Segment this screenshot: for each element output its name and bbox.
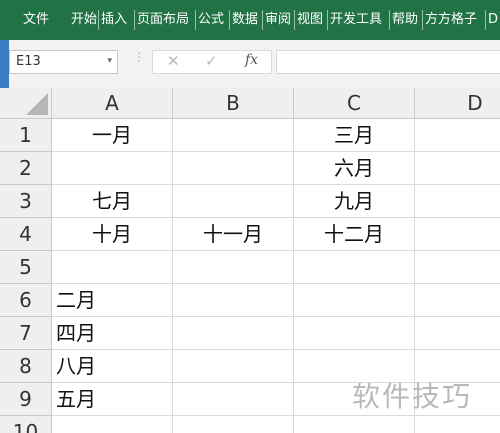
cell-c7[interactable] bbox=[294, 317, 415, 350]
row-header-4[interactable]: 4 bbox=[0, 218, 52, 251]
cell-b3[interactable] bbox=[173, 185, 294, 218]
tab-review[interactable]: 审阅 bbox=[262, 10, 294, 30]
ribbon-tabs: 文件 开始 插入 页面布局 公式 数据 审阅 视图 开发工具 帮助 方方格子 D bbox=[0, 10, 500, 30]
cell-d7[interactable] bbox=[415, 317, 500, 350]
enter-icon[interactable]: ✓ bbox=[205, 52, 218, 70]
name-box-dropdown-icon[interactable]: ▾ bbox=[107, 56, 112, 66]
cell-c5[interactable] bbox=[294, 251, 415, 284]
row-header-5[interactable]: 5 bbox=[0, 251, 52, 284]
column-header-c[interactable]: C bbox=[294, 88, 415, 119]
cell-d4[interactable] bbox=[415, 218, 500, 251]
cell-c3[interactable]: 九月 bbox=[294, 185, 415, 218]
tab-home[interactable]: 开始 bbox=[56, 10, 98, 30]
cell-a10[interactable] bbox=[52, 416, 173, 433]
tab-file[interactable]: 文件 bbox=[0, 10, 56, 30]
cell-a5[interactable] bbox=[52, 251, 173, 284]
window-edge-strip bbox=[0, 40, 9, 88]
cell-c4[interactable]: 十二月 bbox=[294, 218, 415, 251]
tab-view[interactable]: 视图 bbox=[294, 10, 327, 30]
cell-b1[interactable] bbox=[173, 119, 294, 152]
tab-formulas[interactable]: 公式 bbox=[195, 10, 229, 30]
row-header-3[interactable]: 3 bbox=[0, 185, 52, 218]
column-header-d[interactable]: D bbox=[415, 88, 500, 119]
tab-page-layout[interactable]: 页面布局 bbox=[134, 10, 195, 30]
insert-function-icon[interactable]: fx bbox=[245, 52, 258, 68]
cell-d6[interactable] bbox=[415, 284, 500, 317]
ribbon: 文件 开始 插入 页面布局 公式 数据 审阅 视图 开发工具 帮助 方方格子 D bbox=[0, 0, 500, 40]
cell-d5[interactable] bbox=[415, 251, 500, 284]
column-header-a[interactable]: A bbox=[52, 88, 173, 119]
cell-a6[interactable]: 二月 bbox=[52, 284, 173, 317]
row-header-7[interactable]: 7 bbox=[0, 317, 52, 350]
cell-a8[interactable]: 八月 bbox=[52, 350, 173, 383]
row-header-2[interactable]: 2 bbox=[0, 152, 52, 185]
cell-b5[interactable] bbox=[173, 251, 294, 284]
formula-input[interactable] bbox=[276, 50, 500, 74]
resize-grip-icon[interactable]: ⋮ bbox=[133, 51, 145, 63]
cancel-icon[interactable]: ✕ bbox=[167, 52, 180, 70]
tab-fangfanggezi[interactable]: 方方格子 bbox=[422, 10, 485, 30]
cell-b2[interactable] bbox=[173, 152, 294, 185]
cell-c2[interactable]: 六月 bbox=[294, 152, 415, 185]
cell-a9[interactable]: 五月 bbox=[52, 383, 173, 416]
tab-insert[interactable]: 插入 bbox=[98, 10, 134, 30]
cell-d10[interactable] bbox=[415, 416, 500, 433]
cell-a7[interactable]: 四月 bbox=[52, 317, 173, 350]
cell-b7[interactable] bbox=[173, 317, 294, 350]
name-box[interactable]: E13 ▾ bbox=[9, 50, 118, 74]
formula-bar-area: E13 ▾ ⋮ ✕ ✓ fx bbox=[0, 40, 500, 89]
cell-b8[interactable] bbox=[173, 350, 294, 383]
cell-b9[interactable] bbox=[173, 383, 294, 416]
watermark-text: 软件技巧 bbox=[352, 380, 473, 413]
row-header-8[interactable]: 8 bbox=[0, 350, 52, 383]
row-header-10[interactable]: 10 bbox=[0, 416, 52, 433]
cell-d1[interactable] bbox=[415, 119, 500, 152]
row-header-9[interactable]: 9 bbox=[0, 383, 52, 416]
select-all-button[interactable] bbox=[0, 88, 52, 119]
cell-a3[interactable]: 七月 bbox=[52, 185, 173, 218]
cell-c6[interactable] bbox=[294, 284, 415, 317]
tab-help[interactable]: 帮助 bbox=[389, 10, 422, 30]
cell-d2[interactable] bbox=[415, 152, 500, 185]
formula-buttons: ✕ ✓ fx bbox=[152, 50, 272, 74]
cell-c10[interactable] bbox=[294, 416, 415, 433]
row-header-6[interactable]: 6 bbox=[0, 284, 52, 317]
select-all-triangle-icon bbox=[26, 93, 48, 115]
cell-b6[interactable] bbox=[173, 284, 294, 317]
cell-a4[interactable]: 十月 bbox=[52, 218, 173, 251]
cell-a2[interactable] bbox=[52, 152, 173, 185]
tab-truncated[interactable]: D bbox=[485, 10, 500, 30]
row-header-1[interactable]: 1 bbox=[0, 119, 52, 152]
cell-c1[interactable]: 三月 bbox=[294, 119, 415, 152]
tab-developer[interactable]: 开发工具 bbox=[327, 10, 389, 30]
name-box-value: E13 bbox=[16, 54, 41, 69]
column-header-b[interactable]: B bbox=[173, 88, 294, 119]
cell-b10[interactable] bbox=[173, 416, 294, 433]
cell-a1[interactable]: 一月 bbox=[52, 119, 173, 152]
tab-data[interactable]: 数据 bbox=[229, 10, 262, 30]
cell-d3[interactable] bbox=[415, 185, 500, 218]
cell-b4[interactable]: 十一月 bbox=[173, 218, 294, 251]
